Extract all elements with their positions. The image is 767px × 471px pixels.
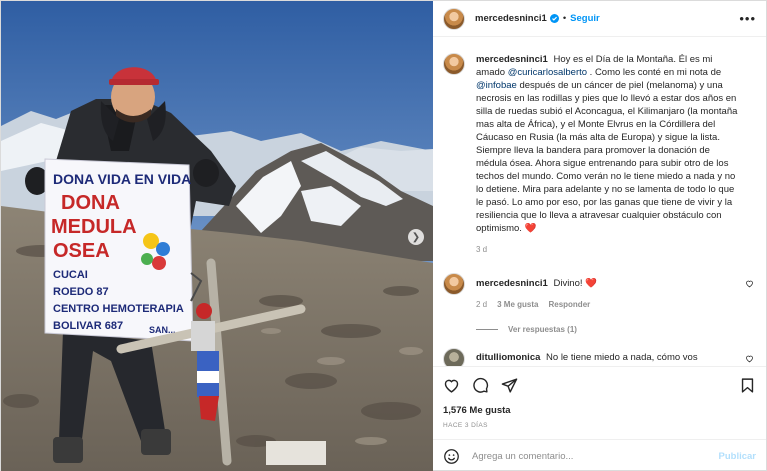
mention-curicarlosalberto[interactable]: @curicarlosalberto [508, 67, 587, 78]
banner-line-1: DONA VIDA EN VIDA [53, 171, 191, 187]
view-replies-label: Ver respuestas (1) [508, 325, 577, 334]
comment-time[interactable]: 2 d [476, 298, 487, 311]
comment-meta: 2 d 3 Me gusta Responder [476, 298, 740, 311]
banner-line-3: MEDULA [51, 216, 137, 238]
comment-item: ditulliomonica No le tiene miedo a nada,… [443, 348, 754, 366]
like-heart-icon[interactable] [443, 377, 460, 394]
comment-body: ditulliomonica No le tiene miedo a nada,… [476, 348, 754, 366]
publish-button[interactable]: Publicar [719, 451, 757, 462]
comment-avatar[interactable] [443, 273, 465, 295]
caption-text-3: después de un cáncer de piel (melanoma) … [476, 80, 738, 234]
banner-line-7: CENTRO HEMOTERAPIA [53, 303, 184, 315]
heart-emoji: ❤️ [524, 223, 537, 234]
post-actions: 1,576 Me gusta HACE 3 DÍAS [433, 366, 766, 439]
caption-text-2: . Como les conté en mi nota de [587, 67, 722, 78]
mention-infobae[interactable]: @infobae [476, 80, 517, 91]
banner-line-8: BOLIVAR 687 [53, 320, 123, 332]
caption-username[interactable]: mercedesninci1 [476, 54, 548, 65]
comment-input[interactable] [472, 450, 719, 462]
banner-line-4: OSEA [53, 240, 110, 262]
caption-avatar[interactable] [443, 53, 465, 75]
comments-section: mercedesninci1 Hoy es el Día de la Monta… [433, 37, 766, 366]
mountain-photo: DONA VIDA EN VIDA DONA MEDULA OSEA CUCAI… [1, 1, 433, 471]
comment-bubble-icon[interactable] [472, 377, 489, 394]
post-header: mercedesninci1 • Seguir ••• [433, 1, 766, 37]
author-username[interactable]: mercedesninci1 [475, 13, 547, 24]
banner-line-2: DONA [61, 192, 120, 214]
caption-meta: 3 d [476, 243, 740, 256]
comment-text: Divino! ❤️ [553, 278, 597, 289]
comment-item: mercedesninci1 Divino! ❤️ 2 d 3 Me gusta… [443, 273, 754, 311]
emoji-smiley-icon[interactable] [443, 448, 460, 465]
replies-line [476, 329, 498, 330]
verified-badge-icon [549, 14, 559, 23]
caption-body: mercedesninci1 Hoy es el Día de la Monta… [476, 53, 754, 256]
caption: mercedesninci1 Hoy es el Día de la Monta… [443, 53, 754, 256]
post-time-ago[interactable]: HACE 3 DÍAS [443, 422, 756, 429]
action-icons [443, 375, 756, 395]
post-side-panel: mercedesninci1 • Seguir ••• mercedesninc… [433, 1, 766, 471]
share-paper-plane-icon[interactable] [501, 377, 518, 394]
view-replies-button[interactable]: Ver respuestas (1) [476, 325, 754, 334]
reply-button[interactable]: Responder [548, 298, 590, 311]
follow-button[interactable]: Seguir [570, 13, 600, 24]
comment-likes[interactable]: 3 Me gusta [497, 298, 538, 311]
add-comment-bar: Publicar [433, 439, 766, 471]
banner-line-5: CUCAI [53, 269, 88, 281]
comment-username[interactable]: ditulliomonica [476, 352, 540, 363]
comment-avatar[interactable] [443, 348, 465, 366]
comment-body: mercedesninci1 Divino! ❤️ 2 d 3 Me gusta… [476, 273, 754, 311]
comment-like-heart-icon[interactable] [745, 279, 754, 288]
header-separator: • [562, 13, 567, 24]
post-photo[interactable]: DONA VIDA EN VIDA DONA MEDULA OSEA CUCAI… [1, 1, 433, 471]
author-avatar[interactable] [443, 7, 465, 30]
caption-time[interactable]: 3 d [476, 243, 487, 256]
save-bookmark-icon[interactable] [739, 377, 756, 394]
instagram-post: DONA VIDA EN VIDA DONA MEDULA OSEA CUCAI… [0, 0, 767, 471]
comment-like-heart-icon[interactable] [745, 354, 754, 363]
likes-count[interactable]: 1,576 Me gusta [443, 405, 756, 416]
carousel-next-icon[interactable]: ❯ [408, 229, 424, 245]
comment-username[interactable]: mercedesninci1 [476, 278, 548, 289]
more-options-icon[interactable]: ••• [739, 11, 756, 26]
bone-marrow-banner: DONA VIDA EN VIDA DONA MEDULA OSEA CUCAI… [44, 158, 194, 342]
banner-line-6: ROEDO 87 [53, 286, 109, 298]
